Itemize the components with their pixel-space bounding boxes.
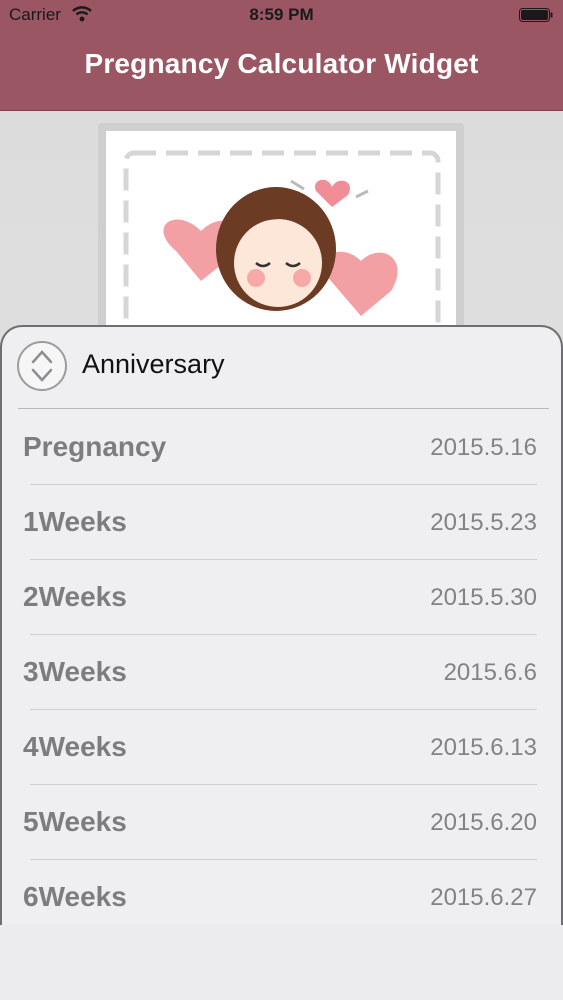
item-date: 2015.6.27 [430,884,537,911]
list-item[interactable]: 6Weeks 2015.6.27 [2,860,561,925]
bottom-area [0,925,563,1000]
item-date: 2015.6.6 [443,659,537,686]
item-label: 4Weeks [23,731,127,762]
item-date: 2015.5.30 [430,584,537,611]
panel-title: Anniversary [82,349,225,379]
list-item[interactable]: 1Weeks 2015.5.23 [2,485,561,560]
item-label: 1Weeks [23,506,127,537]
item-label: Pregnancy [23,431,167,462]
item-date: 2015.5.16 [430,434,537,461]
anniversary-panel: Anniversary Pregnancy 2015.5.16 1Weeks 2… [0,325,563,925]
item-label: 2Weeks [23,581,127,612]
up-down-arrows-icon[interactable] [16,340,68,392]
item-label: 6Weeks [23,881,127,912]
panel-header: Anniversary [2,327,561,409]
navigation-bar: Pregnancy Calculator Widget [0,30,563,111]
anniversary-list: Pregnancy 2015.5.16 1Weeks 2015.5.23 2We… [2,410,561,925]
list-item[interactable]: 4Weeks 2015.6.13 [2,710,561,785]
list-item[interactable]: 2Weeks 2015.5.30 [2,560,561,635]
page-title: Pregnancy Calculator Widget [84,48,479,79]
clock: 8:59 PM [249,5,314,24]
list-item[interactable]: 5Weeks 2015.6.20 [2,785,561,860]
list-item[interactable]: Pregnancy 2015.5.16 [2,410,561,485]
item-date: 2015.5.23 [430,509,537,536]
status-bar: Carrier 8:59 PM [0,0,563,30]
list-item[interactable]: 3Weeks 2015.6.6 [2,635,561,710]
battery-icon [519,8,553,22]
divider [18,408,549,409]
item-label: 3Weeks [23,656,127,687]
item-date: 2015.6.20 [430,809,537,836]
item-date: 2015.6.13 [430,734,537,761]
item-label: 5Weeks [23,806,127,837]
